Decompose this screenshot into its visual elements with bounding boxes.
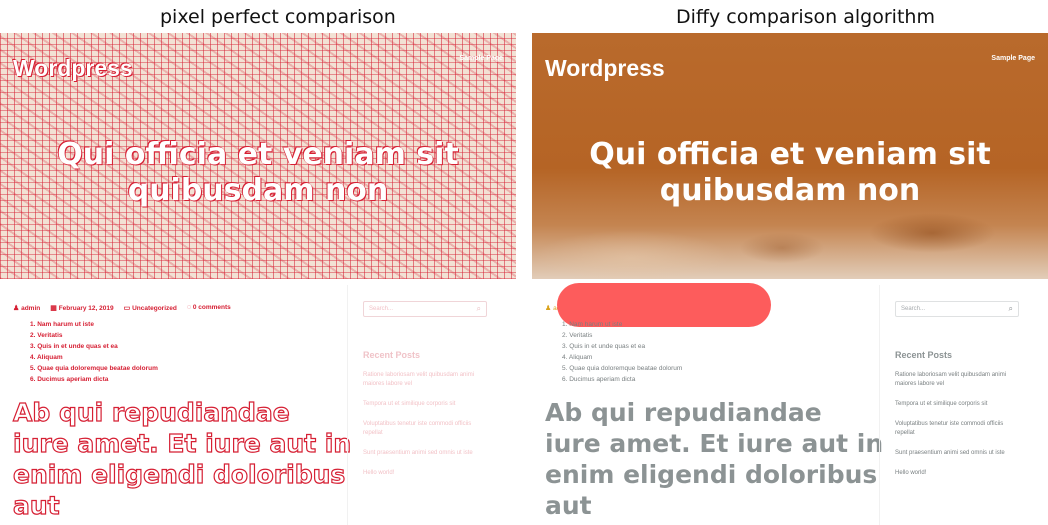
person-icon: ♟ <box>545 305 552 312</box>
list-item: 2. Veritatis <box>562 332 593 339</box>
recent-posts-title: Recent Posts <box>363 350 421 360</box>
meta-comments[interactable]: ◌ 0 comments <box>187 304 231 312</box>
list-item: 3. Quis in et unde quas et ea <box>562 343 646 350</box>
search-input[interactable]: Search... ⌕ <box>363 301 487 317</box>
search-placeholder: Search... <box>369 306 394 312</box>
post-list: 1. Nam harum ut iste 2. Veritatis 3. Qui… <box>30 319 158 385</box>
recent-posts-list: Ratione laboriosam velit quibusdam animi… <box>363 371 483 489</box>
diffy-panel: Wordpress Sample Page Qui officia et ven… <box>532 33 1048 525</box>
divider <box>879 285 880 525</box>
hero-banner: Wordpress Sample Page Qui officia et ven… <box>0 33 516 279</box>
comment-icon: ◌ <box>186 304 192 311</box>
hero-title: Qui officia et veniam sit quibusdam non <box>589 137 991 208</box>
post-meta: ♟ admin ▦ February 12, 2019 ▭ Uncategori… <box>13 304 231 312</box>
list-item: 2. Veritatis <box>30 332 63 339</box>
list-item: 1. Nam harum ut iste <box>30 321 94 328</box>
recent-post-link[interactable]: Tempora ut et similique corporis sit <box>895 400 1015 409</box>
nav-sample-page[interactable]: Sample Page <box>991 55 1035 62</box>
recent-post-link[interactable]: Ratione laboriosam velit quibusdam animi… <box>363 371 483 389</box>
site-title[interactable]: Wordpress <box>545 55 665 82</box>
folder-icon: ▭ <box>123 305 131 312</box>
list-item: 6. Ducimus aperiam dicta <box>30 376 109 383</box>
post-list: 1. Nam harum ut iste 2. Veritatis 3. Qui… <box>562 319 682 385</box>
search-placeholder: Search... <box>901 306 926 312</box>
meta-author[interactable]: ♟ admin <box>13 304 40 312</box>
list-item: 4. Aliquam <box>30 354 63 361</box>
site-title[interactable]: Wordpress <box>13 55 133 82</box>
list-item: 6. Ducimus aperiam dicta <box>562 376 636 383</box>
hero-title: Qui officia et veniam sit quibusdam non <box>57 137 459 208</box>
left-caption: pixel perfect comparison <box>160 6 396 28</box>
post-headline[interactable]: Ab qui repudiandae iure amet. Et iure au… <box>12 397 353 521</box>
recent-post-link[interactable]: Sunt praesentium animi sed omnis ut iste <box>895 449 1015 458</box>
recent-post-link[interactable]: Sunt praesentium animi sed omnis ut iste <box>363 449 483 458</box>
nav-sample-page[interactable]: Sample Page <box>459 55 503 62</box>
recent-posts-list: Ratione laboriosam velit quibusdam animi… <box>895 371 1015 489</box>
meta-category[interactable]: ▭ Uncategorized <box>124 304 177 312</box>
meta-author-label: admin <box>21 305 41 312</box>
recent-post-link[interactable]: Tempora ut et similique corporis sit <box>363 400 483 409</box>
search-input[interactable]: Search... ⌕ <box>895 301 1019 317</box>
meta-comments-label: 0 comments <box>192 304 231 311</box>
hero-banner: Wordpress Sample Page Qui officia et ven… <box>532 33 1048 279</box>
meta-category-label: Uncategorized <box>132 305 177 312</box>
search-icon[interactable]: ⌕ <box>477 304 481 314</box>
post-headline[interactable]: Ab qui repudiandae iure amet. Et iure au… <box>545 397 885 521</box>
recent-post-link[interactable]: Voluptatibus tenetur iste commodi offici… <box>363 420 483 438</box>
meta-date[interactable]: ▦ February 12, 2019 <box>50 304 113 312</box>
meta-date-label: February 12, 2019 <box>58 305 114 312</box>
divider <box>347 285 348 525</box>
pixel-perfect-panel: Wordpress Sample Page Qui officia et ven… <box>0 33 516 525</box>
calendar-icon: ▦ <box>50 305 57 312</box>
recent-post-link[interactable]: Voluptatibus tenetur iste commodi offici… <box>895 420 1015 438</box>
recent-post-link[interactable]: Hello world! <box>363 469 483 478</box>
person-icon: ♟ <box>13 305 20 312</box>
list-item: 1. Nam harum ut iste <box>562 321 623 328</box>
recent-post-link[interactable]: Ratione laboriosam velit quibusdam animi… <box>895 371 1015 389</box>
list-item: 5. Quae quia doloremque beatae dolorum <box>30 365 158 372</box>
search-icon[interactable]: ⌕ <box>1009 304 1013 314</box>
right-caption: Diffy comparison algorithm <box>676 6 935 28</box>
list-item: 3. Quis in et unde quas et ea <box>30 343 118 350</box>
recent-posts-title: Recent Posts <box>895 350 953 360</box>
list-item: 5. Quae quia doloremque beatae dolorum <box>562 365 683 372</box>
list-item: 4. Aliquam <box>562 354 593 361</box>
recent-post-link[interactable]: Hello world! <box>895 469 1015 478</box>
